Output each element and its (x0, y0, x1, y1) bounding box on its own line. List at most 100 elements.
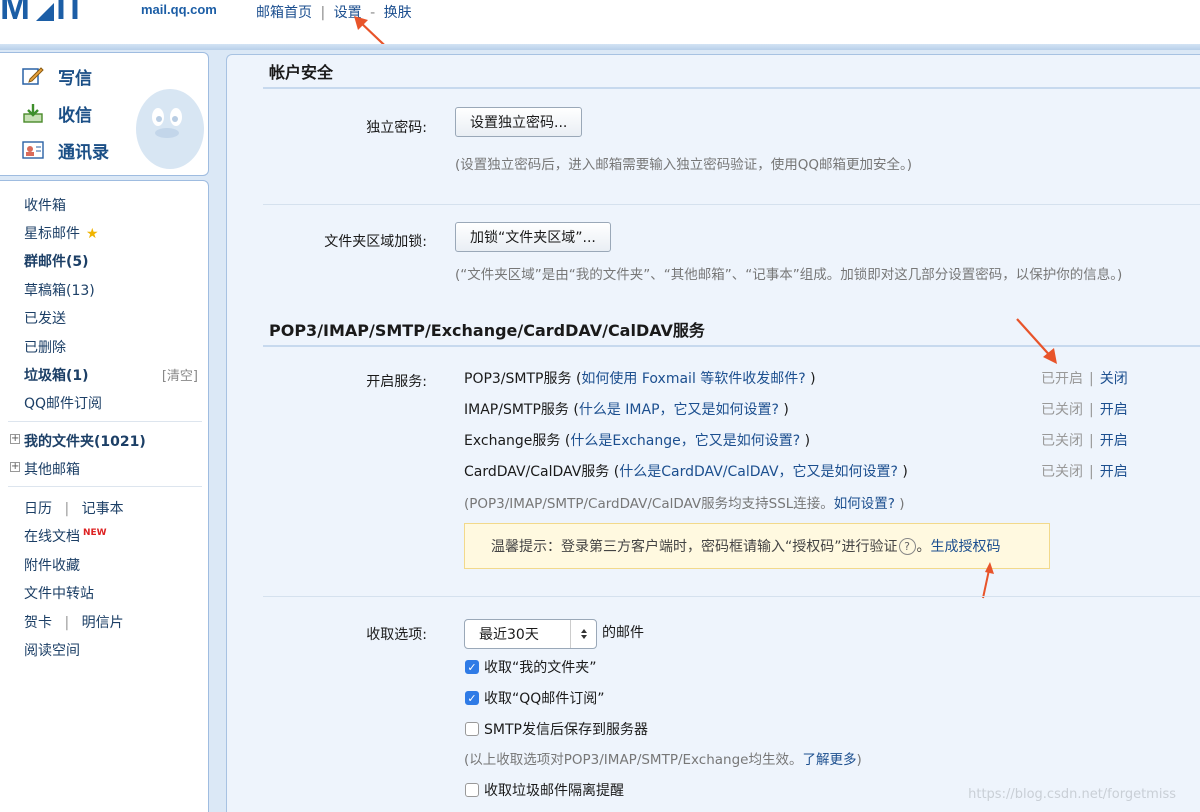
receive-range-select[interactable]: 最近30天 (464, 619, 597, 649)
generate-auth-code-link[interactable]: 生成授权码 (931, 536, 1001, 556)
lock-folder-area-button[interactable]: 加锁“文件夹区域”... (455, 222, 611, 252)
folder-lock-hint: (“文件夹区域”是由“我的文件夹”、“其他邮箱”、“记事本”组成。加锁即对这几部… (455, 267, 1123, 283)
enable-services-label: 开启服务: (366, 374, 427, 390)
annotation-arrow-icon (982, 562, 994, 599)
folder-spam[interactable]: 垃圾箱(1) (24, 365, 89, 385)
folder-box: 收件箱 星标邮件 ★ 群邮件(5) 草稿箱(13) 已发送 已删除 垃圾箱(1) … (0, 180, 209, 812)
option-label: 收取“QQ邮件订阅” (484, 691, 605, 707)
qq-mail-logo[interactable]: Mil (0, 0, 140, 24)
postcard-link[interactable]: 明信片 (82, 615, 124, 631)
logo-url-text: mail.qq.com (141, 2, 217, 17)
qq-penguin-watermark-icon (136, 89, 204, 169)
folder-qq-subscription[interactable]: QQ邮件订阅 (24, 393, 102, 413)
question-help-icon[interactable]: ? (898, 537, 916, 555)
service-row-pop3: POP3/SMTP服务 (如何使用 Foxmail 等软件收发邮件? ) (464, 371, 816, 387)
service-toggle-link[interactable]: 开启 (1100, 433, 1128, 449)
folder-starred-label: 星标邮件 (24, 226, 80, 242)
ssl-help-link[interactable]: 如何设置? (834, 496, 895, 512)
section-title-services: POP3/IMAP/SMTP/Exchange/CardDAV/CalDAV服务 (269, 321, 705, 340)
attachments-link[interactable]: 附件收藏 (24, 555, 80, 575)
receive-button[interactable]: 收信 (22, 98, 92, 128)
checkbox-unchecked-icon[interactable] (465, 722, 479, 736)
service-toggle-link[interactable]: 开启 (1100, 402, 1128, 418)
service-name: POP3/SMTP服务 (464, 371, 572, 387)
folder-starred[interactable]: 星标邮件 ★ (24, 223, 99, 243)
sidebar-divider (8, 421, 202, 422)
authorization-tip-box: 温馨提示：登录第三方客户端时，密码框请输入“授权码”进行验证 ? 。 生成授权码 (464, 523, 1050, 569)
service-state-pop3: 已开启 | 关闭 (1041, 371, 1128, 387)
sidebar: 写信 收信 通讯录 收件箱 星标邮件 ★ 群邮件(5) 草稿箱(13) 已发送 (0, 50, 216, 812)
tools-separator: | (64, 501, 70, 517)
folder-inbox[interactable]: 收件箱 (24, 195, 66, 215)
receive-label: 收信 (58, 105, 92, 126)
my-folders[interactable]: 我的文件夹(1021) (24, 431, 146, 451)
settings-panel: 帐户安全 独立密码: 设置独立密码... (设置独立密码后，进入邮箱需要输入独立… (226, 54, 1200, 812)
receive-suffix: 的邮件 (602, 625, 644, 641)
notes-link[interactable]: 记事本 (82, 501, 124, 517)
tools-row-calendar: 日历 | 记事本 (24, 498, 124, 518)
service-status: 已开启 (1041, 371, 1083, 387)
option-smtp-save[interactable]: SMTP发信后保存到服务器 (465, 719, 648, 739)
tools-separator: | (64, 615, 70, 631)
ssl-hint: (POP3/IMAP/SMTP/CardDAV/CalDAV服务均支持SSL连接… (464, 496, 905, 512)
nav-mail-home-link[interactable]: 邮箱首页 (256, 5, 312, 21)
sidebar-divider (8, 486, 202, 487)
reading-space-link[interactable]: 阅读空间 (24, 640, 80, 660)
logo-mark: Mil (0, 0, 85, 24)
compose-box: 写信 收信 通讯录 (0, 52, 209, 176)
empty-spam-link[interactable]: [清空] (162, 365, 198, 384)
service-toggle-link[interactable]: 关闭 (1100, 371, 1128, 387)
new-badge: NEW (83, 528, 107, 539)
service-status: 已关闭 (1041, 464, 1083, 480)
inbox-download-icon (22, 103, 44, 123)
expand-plus-icon[interactable]: + (10, 434, 20, 444)
online-docs-link[interactable]: 在线文档 NEW (24, 526, 107, 546)
checkbox-checked-icon[interactable]: ✓ (465, 660, 479, 674)
compose-label: 写信 (58, 68, 92, 89)
checkbox-checked-icon[interactable]: ✓ (465, 691, 479, 705)
service-help-link[interactable]: 什么是 IMAP，它又是如何设置? (579, 402, 779, 418)
service-name: Exchange服务 (464, 433, 561, 449)
service-toggle-link[interactable]: 开启 (1100, 464, 1128, 480)
file-transfer-link[interactable]: 文件中转站 (24, 583, 94, 603)
section-title-security: 帐户安全 (269, 63, 334, 82)
option-spam-reminder[interactable]: 收取垃圾邮件隔离提醒 (465, 780, 624, 800)
greeting-card-link[interactable]: 贺卡 (24, 615, 52, 631)
service-name: CardDAV/CalDAV服务 (464, 464, 610, 480)
expand-plus-icon[interactable]: + (10, 462, 20, 472)
main-area: 帐户安全 独立密码: 设置独立密码... (设置独立密码后，进入邮箱需要输入独立… (216, 50, 1200, 812)
receive-hint: (以上收取选项对POP3/IMAP/SMTP/Exchange均生效。了解更多) (464, 752, 862, 768)
section-divider (263, 87, 1200, 89)
watermark-text: https://blog.csdn.net/forgetmiss (968, 787, 1176, 802)
service-state-imap: 已关闭 | 开启 (1041, 402, 1128, 418)
row-divider (263, 596, 1200, 597)
select-caret-icon (570, 620, 596, 648)
service-state-carddav: 已关闭 | 开启 (1041, 464, 1128, 480)
compose-button[interactable]: 写信 (22, 61, 92, 91)
option-label: 收取垃圾邮件隔离提醒 (484, 783, 624, 799)
option-receive-subscription[interactable]: ✓ 收取“QQ邮件订阅” (465, 688, 605, 708)
service-help-link[interactable]: 什么是Exchange，它又是如何设置? (570, 433, 800, 449)
checkbox-unchecked-icon[interactable] (465, 783, 479, 797)
contacts-button[interactable]: 通讯录 (22, 135, 109, 165)
service-help-link[interactable]: 什么是CardDAV/CalDAV，它又是如何设置? (619, 464, 898, 480)
folder-drafts[interactable]: 草稿箱(13) (24, 280, 95, 300)
folder-sent[interactable]: 已发送 (24, 308, 66, 328)
calendar-link[interactable]: 日历 (24, 501, 52, 517)
service-help-link[interactable]: 如何使用 Foxmail 等软件收发邮件? (581, 371, 805, 387)
learn-more-link[interactable]: 了解更多 (802, 752, 856, 768)
option-receive-my-folders[interactable]: ✓ 收取“我的文件夹” (465, 657, 597, 677)
folder-lock-label: 文件夹区域加锁: (324, 234, 427, 250)
star-icon: ★ (86, 226, 99, 242)
independent-password-hint: (设置独立密码后，进入邮箱需要输入独立密码验证，使用QQ邮箱更加安全。) (455, 157, 913, 173)
folder-group-mail[interactable]: 群邮件(5) (24, 251, 89, 271)
other-mailboxes[interactable]: 其他邮箱 (24, 459, 80, 479)
option-label: 收取“我的文件夹” (484, 660, 597, 676)
set-independent-password-button[interactable]: 设置独立密码... (455, 107, 583, 137)
folder-deleted[interactable]: 已删除 (24, 337, 66, 357)
receive-options-label: 收取选项: (366, 627, 427, 643)
online-docs-label: 在线文档 (24, 529, 80, 545)
service-row-carddav: CardDAV/CalDAV服务 (什么是CardDAV/CalDAV，它又是如… (464, 464, 908, 480)
service-status: 已关闭 (1041, 402, 1083, 418)
service-status: 已关闭 (1041, 433, 1083, 449)
